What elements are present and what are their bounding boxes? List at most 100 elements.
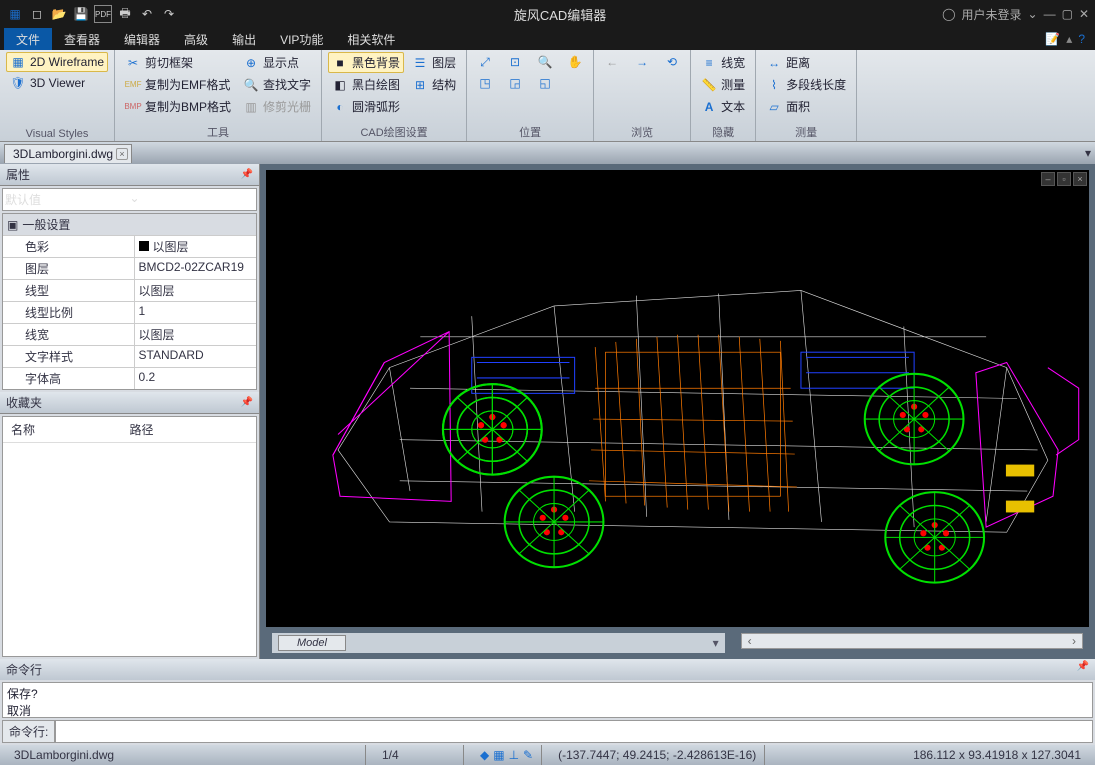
properties-default[interactable]: 默认值⌄ [2,188,257,211]
layers-icon: ☰ [412,55,428,71]
vp-close-icon[interactable]: × [1073,172,1087,186]
status-page: 1/4 [374,745,464,765]
properties-grid: ▣一般设置 色彩以图层 图层BMCD2-02ZCAR19 线型以图层 线型比例1… [2,213,257,390]
btn-measure-h[interactable]: 📏测量 [697,74,749,95]
user-icon: ◯ [942,7,955,21]
pdf-icon[interactable]: PDF [94,5,112,23]
btn-polyline-len[interactable]: ⌇多段线长度 [762,74,850,95]
pin-icon[interactable]: 📌 [241,397,253,408]
arrow-right-icon: → [634,54,650,70]
horizontal-scrollbar[interactable]: ‹ › [741,633,1083,649]
btn-layers[interactable]: ☰图层 [408,52,460,73]
menu-file[interactable]: 文件 [4,28,52,51]
menu-advanced[interactable]: 高级 [172,28,220,51]
tab-close-icon[interactable]: × [116,148,128,160]
btn-copy-emf[interactable]: EMF复制为EMF格式 [121,74,235,95]
menu-vip[interactable]: VIP功能 [268,28,335,51]
btn-bw-draw[interactable]: ◧黑白绘图 [328,74,404,95]
prop-row[interactable]: 字体高0.2 [3,367,256,389]
tabbar-menu-icon[interactable]: ▾ [1085,146,1091,160]
scroll-right-icon[interactable]: › [1066,634,1082,648]
command-log[interactable]: 保存? 取消 [2,682,1093,718]
zoom-win-icon: ⊡ [507,54,523,70]
feedback-icon[interactable]: 📝 [1045,32,1060,46]
btn-prev[interactable]: ← [600,52,624,72]
statusbar: 3DLamborgini.dwg 1/4 ◆ ▦ ⊥ ✎ (-137.7447;… [0,745,1095,765]
maximize-icon[interactable]: ▢ [1062,7,1073,21]
properties-header: 属性📌 [0,164,259,186]
vp-max-icon[interactable]: ▫ [1057,172,1071,186]
fit-icon: ⤢ [477,54,493,70]
point-icon: ⊕ [243,55,259,71]
btn-text[interactable]: A文本 [697,96,749,117]
open-icon[interactable]: 📂 [50,5,68,23]
btn-2d-wireframe[interactable]: ▦2D Wireframe [6,52,108,72]
menu-viewer[interactable]: 查看器 [52,28,112,51]
btn-smooth-arc[interactable]: ◐圆滑弧形 [328,96,404,117]
prop-row[interactable]: 色彩以图层 [3,235,256,257]
btn-find-text[interactable]: 🔍查找文字 [239,74,315,95]
prop-row[interactable]: 线宽以图层 [3,323,256,345]
redo-icon[interactable]: ↷ [160,5,178,23]
menu-related[interactable]: 相关软件 [335,28,407,51]
menu-output[interactable]: 输出 [220,28,268,51]
command-input[interactable] [55,720,1093,743]
close-icon[interactable]: ✕ [1079,7,1089,21]
save-icon[interactable]: 💾 [72,5,90,23]
chevron-down-icon[interactable]: ⌄ [130,191,255,208]
prop-section-general[interactable]: ▣一般设置 [3,214,256,235]
btn-pos-f[interactable]: ◲ [503,73,527,93]
print-icon[interactable]: 🖶 [116,5,134,23]
ribbon-group-cad-settings: ■黑色背景 ◧黑白绘图 ◐圆滑弧形 ☰图层 ⊞结构 CAD绘图设置 [322,50,467,141]
model-tabs-menu-icon[interactable]: ▾ [713,636,719,650]
btn-next[interactable]: → [630,52,654,72]
app-icon: ▦ [6,5,24,23]
user-status[interactable]: 用户未登录 [962,6,1022,23]
pin-icon[interactable]: 📌 [1077,661,1089,678]
btn-pos-c[interactable]: 🔍 [533,52,557,72]
btn-black-bg[interactable]: ■黑色背景 [328,52,404,73]
pin-icon[interactable]: 📌 [241,169,253,180]
btn-pos-a[interactable]: ⤢ [473,52,497,72]
btn-refresh[interactable]: ⟲ [660,52,684,72]
btn-pos-g[interactable]: ◱ [533,73,557,93]
btn-area[interactable]: ▱面积 [762,96,850,117]
collapse-icon[interactable]: ▣ [7,218,18,232]
prop-row[interactable]: 文字样式STANDARD [3,345,256,367]
btn-distance[interactable]: ↔距离 [762,52,850,73]
info-icon[interactable]: ▴ [1066,32,1072,46]
viewport[interactable]: – ▫ × [266,170,1089,627]
status-icon-b[interactable]: ▦ [493,748,504,762]
document-tab[interactable]: 3DLamborgini.dwg × [4,144,132,163]
btn-show-point[interactable]: ⊕显示点 [239,52,315,73]
btn-structure[interactable]: ⊞结构 [408,74,460,95]
status-icon-a[interactable]: ◆ [480,748,489,762]
linewidth-icon: ≡ [701,55,717,71]
btn-clip-frame[interactable]: ✂剪切框架 [121,52,235,73]
btn-pos-d[interactable]: ✋ [563,52,587,72]
user-dropdown-icon[interactable]: ⌄ [1028,7,1038,21]
undo-icon[interactable]: ↶ [138,5,156,23]
vp-min-icon[interactable]: – [1041,172,1055,186]
btn-trim-raster[interactable]: ▥修剪光栅 [239,96,315,117]
ribbon: ▦2D Wireframe 🛡3D Viewer Visual Styles ✂… [0,50,1095,142]
btn-pos-e[interactable]: ◳ [473,73,497,93]
prop-row[interactable]: 图层BMCD2-02ZCAR19 [3,257,256,279]
new-icon[interactable]: ◻ [28,5,46,23]
wireframe-icon: ▦ [10,54,26,70]
btn-pos-b[interactable]: ⊡ [503,52,527,72]
status-dims: 186.112 x 93.41918 x 127.3041 [905,745,1089,765]
help-icon[interactable]: ? [1078,32,1085,46]
prop-row[interactable]: 线型以图层 [3,279,256,301]
scroll-left-icon[interactable]: ‹ [742,634,758,648]
status-icon-d[interactable]: ✎ [523,748,533,762]
raster-icon: ▥ [243,99,259,115]
menu-editor[interactable]: 编辑器 [112,28,172,51]
minimize-icon[interactable]: — [1044,7,1056,21]
prop-row[interactable]: 线型比例1 [3,301,256,323]
status-icon-c[interactable]: ⊥ [509,748,519,762]
model-tab[interactable]: Model [278,635,346,651]
btn-copy-bmp[interactable]: BMP复制为BMP格式 [121,96,235,117]
btn-linewidth[interactable]: ≡线宽 [697,52,749,73]
btn-3d-viewer[interactable]: 🛡3D Viewer [6,73,108,93]
